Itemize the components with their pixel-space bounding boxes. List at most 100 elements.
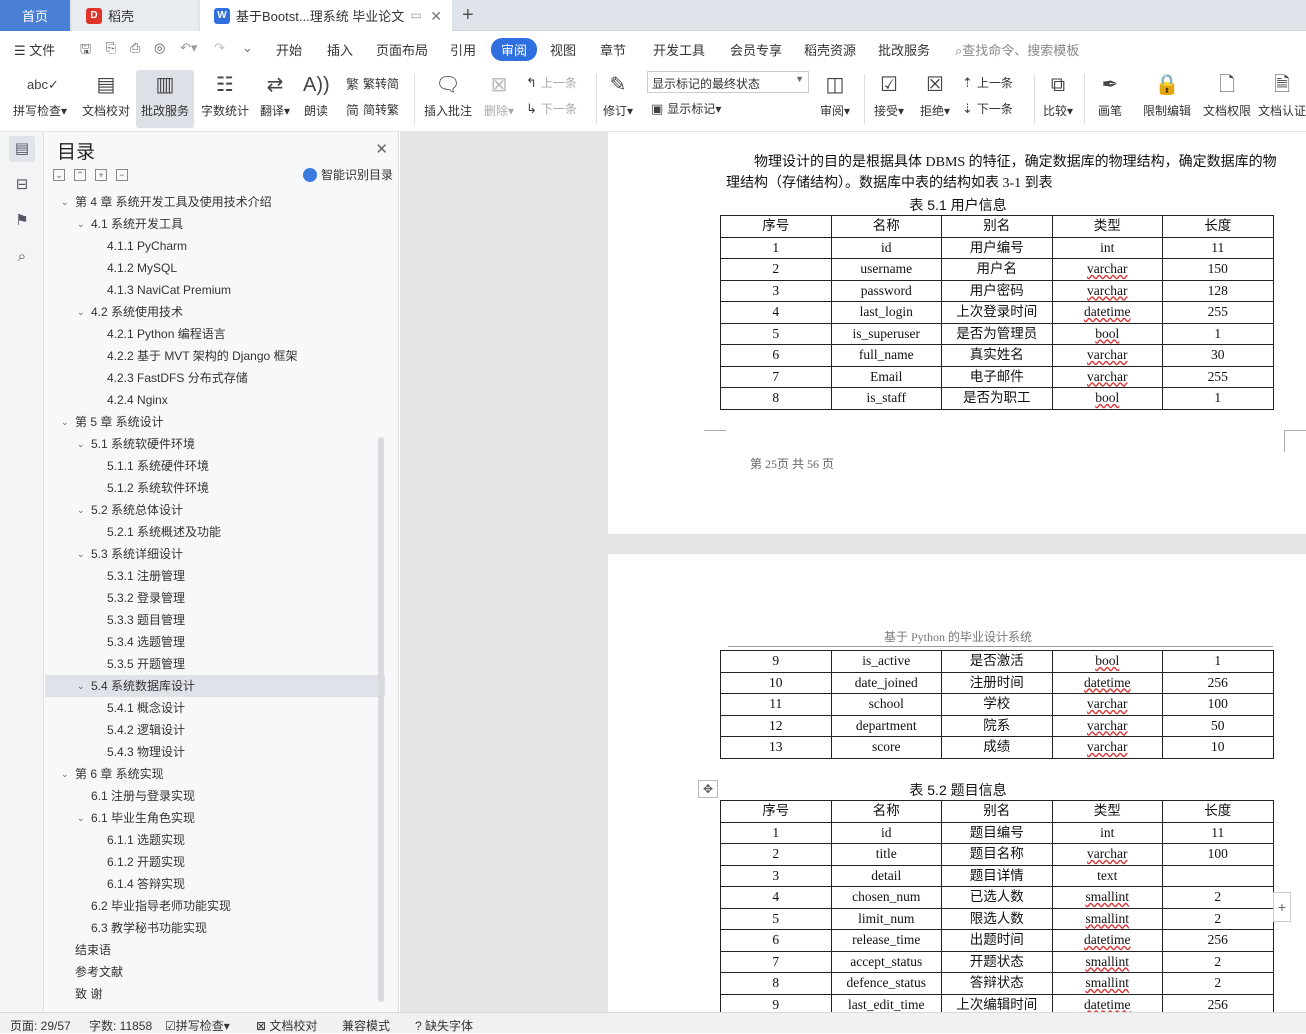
menu-correction[interactable]: 批改服务 [878,40,930,59]
review-pane-button[interactable]: ◫ 审阅▾ [814,70,856,128]
table-cell[interactable]: 256 [1162,929,1274,952]
table-cell[interactable]: 256 [1162,671,1274,694]
toc-item[interactable]: 5.2.1 系统概述及功能 [45,521,385,543]
toc-item[interactable]: ⌄ 4.2 系统使用技术 [45,301,385,323]
table-cell[interactable]: 9 [720,993,832,1012]
table-cell[interactable]: 题目名称 [941,843,1053,866]
expand-caret-icon[interactable]: ⌄ [61,411,73,433]
bookmark-icon[interactable]: ⚑ [9,208,35,234]
table-cell[interactable]: password [830,279,942,302]
table-cell[interactable]: 6 [720,344,832,367]
table-cell[interactable]: 50 [1162,714,1274,737]
toc-item[interactable]: ⌄ 5.1 系统软硬件环境 [45,433,385,455]
doc-permission-button[interactable]: 🗋 文档权限 [1198,70,1256,128]
table-cell[interactable]: datetime [1051,671,1163,694]
table-cell[interactable]: title [830,843,942,866]
spell-check-button[interactable]: abc✓ 拼写检查▾ [8,70,72,128]
table-cell[interactable]: smallint [1051,886,1163,909]
table-cell[interactable]: 8 [720,387,832,410]
table-cell[interactable]: 255 [1162,301,1274,324]
markup-state-select[interactable]: 显示标记的最终状态 ▼ [647,71,809,93]
table-cell[interactable]: varchar [1051,365,1163,388]
table-cell[interactable]: accept_status [830,950,942,973]
menu-chapter[interactable]: 章节 [600,40,626,59]
table-cell[interactable]: is_superuser [830,322,942,345]
tab-home[interactable]: 首页 [0,0,70,31]
preview-icon[interactable]: ◎ [154,40,165,56]
expand-caret-icon[interactable]: ⌄ [77,301,89,323]
doc-check-button[interactable]: ▤ 文档校对 [78,70,134,128]
table-cell[interactable]: 1 [1162,387,1274,410]
simp-to-trad-button[interactable]: 简简转繁 [346,100,399,119]
table-cell[interactable]: 3 [720,279,832,302]
add-column-icon[interactable]: + [1273,892,1291,922]
table-cell[interactable]: text [1051,864,1163,887]
print-icon[interactable]: ⎙ [130,40,140,56]
tab-daoke[interactable]: D 稻壳 [72,0,198,31]
find-icon[interactable]: ⌕ [9,244,35,270]
toc-item[interactable]: ⌄ 4.1 系统开发工具 [45,213,385,235]
table-cell[interactable]: datetime [1051,929,1163,952]
table-cell[interactable]: 2 [1162,950,1274,973]
table-cell[interactable]: varchar [1051,693,1163,716]
word-count-indicator[interactable]: 字数: 11858 [89,1017,152,1034]
table-cell[interactable]: school [830,693,942,716]
table-cell[interactable] [1162,864,1274,887]
table-cell[interactable]: 电子邮件 [941,365,1053,388]
command-search[interactable]: ⌕查找命令、搜索模板 [955,40,1079,59]
table-cell[interactable]: 出题时间 [941,929,1053,952]
table-cell[interactable]: datetime [1051,301,1163,324]
expand-caret-icon[interactable]: ⌄ [61,191,73,213]
redo-icon[interactable]: ↷ [214,40,225,56]
toc-item[interactable]: 5.3.5 开题管理 [45,653,385,675]
monitor-icon[interactable]: ▭ [411,8,422,22]
table-cell[interactable]: 7 [720,950,832,973]
toc-item[interactable]: 4.1.3 NaviCat Premium [45,279,385,301]
toc-item[interactable]: ⌄ 5.2 系统总体设计 [45,499,385,521]
table-cell[interactable]: 2 [720,843,832,866]
trad-to-simp-button[interactable]: 繁繁转简 [346,74,399,93]
table-cell[interactable]: 注册时间 [941,671,1053,694]
translate-button[interactable]: ⇄ 翻译▾ [256,70,294,128]
table-cell[interactable]: 10 [1162,736,1274,759]
table-cell[interactable]: 9 [720,650,832,673]
table-cell[interactable]: 题目编号 [941,821,1053,844]
toc-item[interactable]: 5.1.2 系统软件环境 [45,477,385,499]
status-spell-check[interactable]: ☑拼写检查▾ [165,1017,230,1034]
new-tab-button[interactable]: + [462,4,474,27]
menu-layout[interactable]: 页面布局 [376,40,428,59]
toc-item[interactable]: 4.2.2 基于 MVT 架构的 Django 框架 [45,345,385,367]
table-cell[interactable]: 10 [720,671,832,694]
remove-heading-icon[interactable]: − [116,169,128,181]
table-cell[interactable]: date_joined [830,671,942,694]
export-icon[interactable]: ⎘ [106,40,116,56]
expand-caret-icon[interactable]: ⌄ [77,543,89,565]
table-cell[interactable]: 5 [720,907,832,930]
table-cell[interactable]: smallint [1051,950,1163,973]
toc-item[interactable]: 5.4.2 逻辑设计 [45,719,385,741]
expand-caret-icon[interactable]: ⌄ [77,433,89,455]
menu-member[interactable]: 会员专享 [730,40,782,59]
close-icon[interactable]: ✕ [375,140,388,158]
table-cell[interactable]: 11 [720,693,832,716]
table-cell[interactable]: username [830,258,942,281]
table-cell[interactable]: 是否为职工 [941,387,1053,410]
toc-item[interactable]: 4.1.1 PyCharm [45,235,385,257]
tab-document[interactable]: W 基于Bootst...理系统 毕业论文 ▭ ✕ [200,0,452,31]
table-cell[interactable]: 100 [1162,693,1274,716]
read-aloud-button[interactable]: A)) 朗读 [298,70,334,128]
table-cell[interactable]: 上次登录时间 [941,301,1053,324]
table-cell[interactable]: bool [1051,322,1163,345]
table-cell[interactable]: defence_status [830,972,942,995]
expand-caret-icon[interactable]: ⌄ [77,807,89,829]
correction-service-button[interactable]: ▥ 批改服务 [136,70,194,128]
toc-item[interactable]: 6.2 毕业指导老师功能实现 [45,895,385,917]
toc-item[interactable]: 5.3.3 题目管理 [45,609,385,631]
menu-review[interactable]: 审阅 [491,38,538,61]
table-cell[interactable]: 7 [720,365,832,388]
doc-auth-button[interactable]: 🗎 文档认证 [1258,70,1306,128]
prev-comment-button[interactable]: ↰ 上一条 [526,74,577,91]
menu-daoke-resources[interactable]: 稻壳资源 [804,40,856,59]
toc-item[interactable]: 4.2.3 FastDFS 分布式存储 [45,367,385,389]
toc-item[interactable]: 5.4.3 物理设计 [45,741,385,763]
